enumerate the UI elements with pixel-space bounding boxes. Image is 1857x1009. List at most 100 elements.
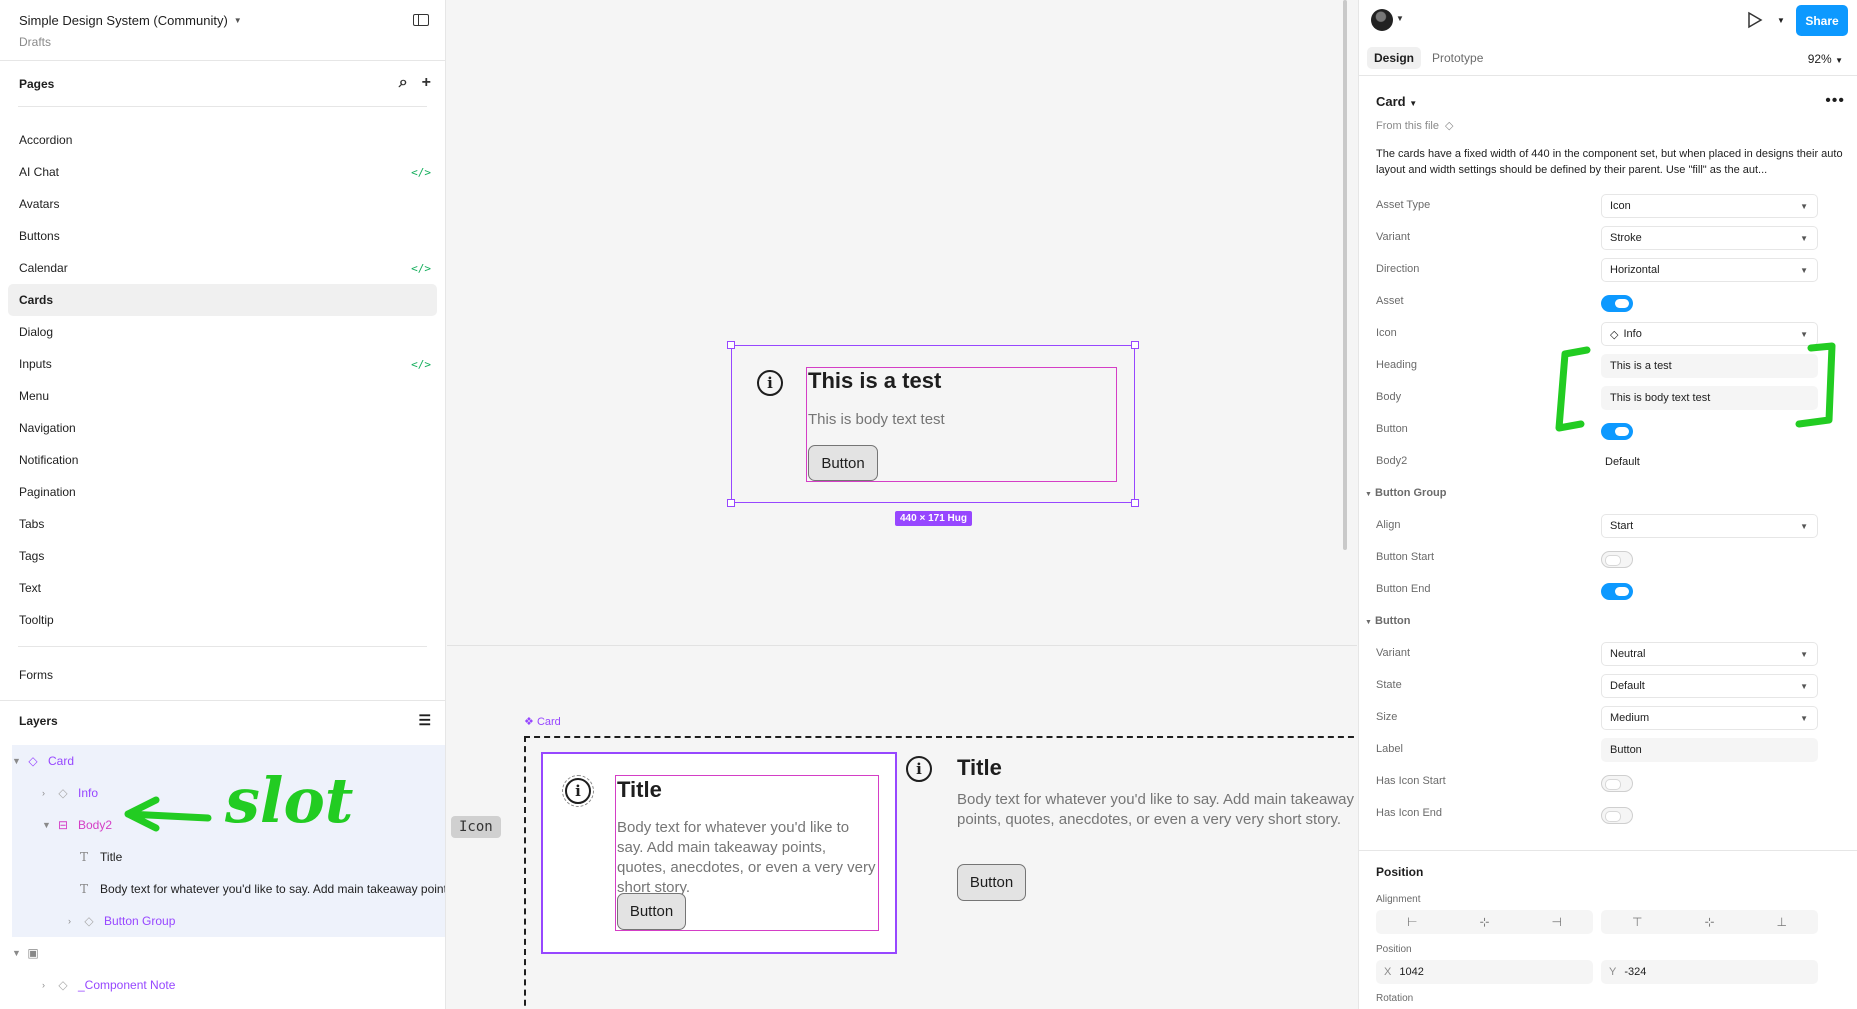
component-name[interactable]: Card ▼ <box>1376 94 1417 109</box>
page-item-forms[interactable]: Forms <box>8 659 437 691</box>
tab-design[interactable]: Design <box>1367 47 1422 69</box>
prop-label: Has Icon End <box>1376 807 1443 819</box>
chevron-down-icon[interactable]: ▼ <box>42 820 54 830</box>
has-icon-start-toggle[interactable] <box>1601 775 1633 792</box>
align-select[interactable]: Start ▼ <box>1601 514 1818 538</box>
variant-select[interactable]: Stroke ▼ <box>1601 226 1818 250</box>
prop-state: State Default ▼ <box>1359 672 1857 700</box>
prop-variant: Variant Stroke ▼ <box>1359 224 1857 252</box>
align-middle-icon[interactable]: ⊹ <box>1704 915 1714 929</box>
zoom-level[interactable]: 92% ▼ <box>1808 52 1843 66</box>
canvas-scrollbar[interactable] <box>1343 0 1347 550</box>
layers-filter-icon[interactable]: ☰ <box>418 712 431 729</box>
file-subtitle[interactable]: Drafts <box>19 35 426 49</box>
page-item-cards[interactable]: Cards <box>8 284 437 316</box>
page-item-menu[interactable]: Menu <box>8 380 437 412</box>
variant-button[interactable]: Button <box>957 864 1026 901</box>
align-right-icon[interactable]: ⊣ <box>1552 915 1562 929</box>
page-item-tags[interactable]: Tags <box>8 540 437 572</box>
layer-body-text[interactable]: T Body text for whatever you'd like to s… <box>12 873 445 905</box>
variant-title: Title <box>617 777 662 802</box>
page-item-avatars[interactable]: Avatars <box>8 188 437 220</box>
x-position-input[interactable]: X 1042 <box>1376 960 1593 984</box>
chevron-right-icon[interactable]: › <box>68 916 80 926</box>
page-item-text[interactable]: Text <box>8 572 437 604</box>
prop-label: Label <box>1376 743 1403 755</box>
page-item-navigation[interactable]: Navigation <box>8 412 437 444</box>
from-file[interactable]: From this file ◇ <box>1376 119 1453 133</box>
alignment-label: Alignment <box>1376 894 1421 905</box>
text-layer-icon: T <box>80 882 89 896</box>
top-bar: ▼ ▼ Share <box>1359 0 1857 42</box>
page-item-tabs[interactable]: Tabs <box>8 508 437 540</box>
component-set-label[interactable]: ❖ Card <box>524 715 561 728</box>
direction-select[interactable]: Horizontal ▼ <box>1601 258 1818 282</box>
resize-handle[interactable] <box>1131 341 1139 349</box>
variant-button[interactable]: Button <box>617 893 686 930</box>
chevron-down-icon[interactable]: ▼ <box>1396 14 1404 23</box>
layer-frame[interactable]: ▼ ▣ <box>12 937 445 969</box>
button-group-section[interactable]: ▼ Button Group <box>1365 487 1446 499</box>
page-item-pagination[interactable]: Pagination <box>8 476 437 508</box>
page-item-tooltip[interactable]: Tooltip <box>8 604 437 636</box>
select-value: Medium <box>1610 712 1650 724</box>
layer-button-group[interactable]: › ◇ Button Group <box>12 905 445 937</box>
share-button[interactable]: Share <box>1796 5 1848 36</box>
present-play-icon[interactable] <box>1747 11 1763 29</box>
prop-label: Label Button <box>1359 736 1857 764</box>
page-item-label: Inputs <box>19 357 52 371</box>
code-icon: </> <box>411 165 431 179</box>
avatar[interactable] <box>1371 9 1393 31</box>
resize-handle[interactable] <box>727 341 735 349</box>
button-start-toggle[interactable] <box>1601 551 1633 568</box>
label-input[interactable]: Button <box>1601 738 1818 762</box>
icon-property-pill[interactable]: Icon <box>451 816 501 838</box>
panel-toggle-icon[interactable] <box>413 14 429 26</box>
has-icon-end-toggle[interactable] <box>1601 807 1633 824</box>
body2-slot-value[interactable]: Default <box>1601 450 1818 474</box>
button-section[interactable]: ▼ Button <box>1365 615 1410 627</box>
page-item-accordion[interactable]: Accordion <box>8 124 437 156</box>
tab-prototype[interactable]: Prototype <box>1425 47 1490 69</box>
page-item-calendar[interactable]: Calendar </> <box>8 252 437 284</box>
chevron-right-icon[interactable]: › <box>42 980 54 990</box>
align-center-h-icon[interactable]: ⊹ <box>1479 915 1489 929</box>
prop-label: Button End <box>1376 583 1431 595</box>
chevron-right-icon[interactable]: › <box>42 788 54 798</box>
button-variant-select[interactable]: Neutral ▼ <box>1601 642 1818 666</box>
asset-type-select[interactable]: Icon ▼ <box>1601 194 1818 218</box>
state-select[interactable]: Default ▼ <box>1601 674 1818 698</box>
chevron-down-icon[interactable]: ▼ <box>234 16 242 25</box>
design-canvas[interactable]: i This is a test This is body text test … <box>447 0 1357 1009</box>
align-left-icon[interactable]: ⊢ <box>1407 915 1417 929</box>
page-item-ai-chat[interactable]: AI Chat </> <box>8 156 437 188</box>
resize-handle[interactable] <box>727 499 735 507</box>
page-item-notification[interactable]: Notification <box>8 444 437 476</box>
card-button[interactable]: Button <box>808 445 878 481</box>
chevron-down-icon[interactable]: ▼ <box>12 948 24 958</box>
search-icon[interactable]: ⌕ <box>399 74 408 92</box>
variant-body: Body text for whatever you'd like to say… <box>957 791 1354 828</box>
button-end-toggle[interactable] <box>1601 583 1633 600</box>
size-select[interactable]: Medium ▼ <box>1601 706 1818 730</box>
prop-align: Align Start ▼ <box>1359 512 1857 540</box>
zoom-value: 92% <box>1807 52 1832 66</box>
layer-component-note[interactable]: › ◇ _Component Note <box>12 969 445 1001</box>
more-options-icon[interactable]: ••• <box>1825 92 1845 110</box>
asset-toggle[interactable] <box>1601 295 1633 312</box>
add-page-icon[interactable]: + <box>422 74 431 92</box>
panel-tabs: Design Prototype 92% ▼ <box>1359 42 1857 76</box>
component-name-text: Card <box>1376 94 1406 109</box>
page-item-inputs[interactable]: Inputs </> <box>8 348 437 380</box>
resize-handle[interactable] <box>1131 499 1139 507</box>
align-top-icon[interactable]: ⊤ <box>1632 915 1642 929</box>
prop-label: Asset Type <box>1376 199 1431 211</box>
page-item-dialog[interactable]: Dialog <box>8 316 437 348</box>
info-icon: i <box>562 775 594 807</box>
file-title[interactable]: Simple Design System (Community) ▼ <box>19 13 426 28</box>
align-bottom-icon[interactable]: ⊥ <box>1777 915 1787 929</box>
chevron-down-icon[interactable]: ▼ <box>1777 16 1785 25</box>
chevron-down-icon[interactable]: ▼ <box>12 756 24 766</box>
y-position-input[interactable]: Y -324 <box>1601 960 1818 984</box>
page-item-buttons[interactable]: Buttons <box>8 220 437 252</box>
